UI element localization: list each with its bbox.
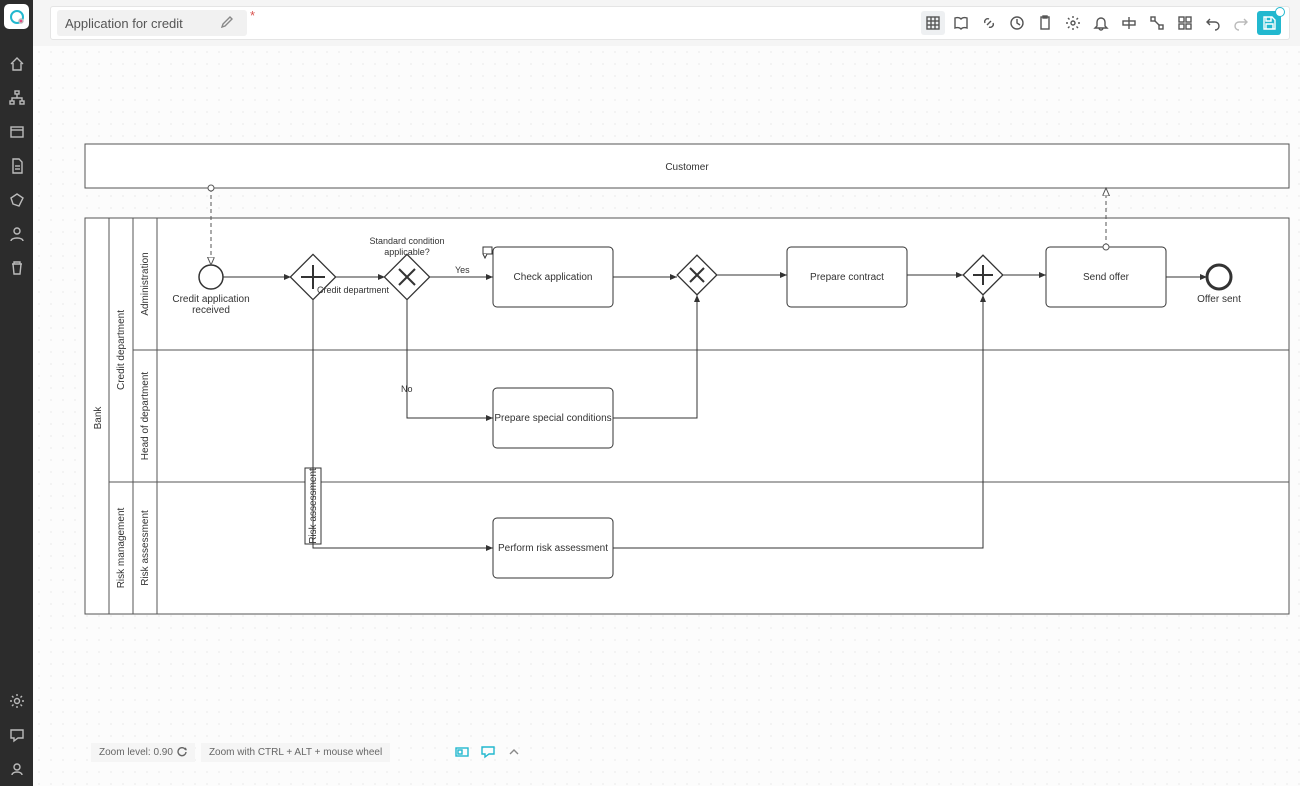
redo-button[interactable] — [1229, 11, 1253, 35]
collapse-panel-icon[interactable] — [504, 742, 524, 762]
task-check-label: Check application — [514, 272, 593, 283]
gateway2-label-1: Standard condition — [369, 236, 444, 246]
distribute-icon[interactable] — [1145, 11, 1169, 35]
minimap-toggle-icon[interactable] — [452, 742, 472, 762]
start-event[interactable] — [199, 265, 223, 289]
task-risk-label: Perform risk assessment — [498, 543, 608, 554]
undo-button[interactable] — [1201, 11, 1225, 35]
title-input[interactable] — [65, 16, 215, 31]
header-bar: * — [50, 6, 1290, 40]
document-icon[interactable] — [8, 157, 26, 175]
task-send-label: Send offer — [1083, 272, 1130, 283]
task-contract-label: Prepare contract — [810, 272, 884, 283]
chat-icon[interactable] — [8, 726, 26, 744]
lane-risk-label: Risk management — [116, 507, 127, 588]
bpmn-diagram[interactable]: Customer Bank Credit department Risk man… — [33, 46, 1300, 786]
trash-icon[interactable] — [8, 259, 26, 277]
tag-icon[interactable] — [8, 191, 26, 209]
pool-customer-label: Customer — [665, 162, 709, 173]
task-special-label: Prepare special conditions — [494, 413, 611, 424]
edge-yes-label: Yes — [455, 265, 470, 275]
grid-toggle-button[interactable] — [921, 11, 945, 35]
align-h-icon[interactable] — [1117, 11, 1141, 35]
zoom-level-chip[interactable]: Zoom level: 0.90 — [91, 743, 195, 762]
bell-icon[interactable] — [1089, 11, 1113, 35]
gear-icon[interactable] — [1061, 11, 1085, 35]
sublane-head-label: Head of department — [140, 372, 151, 461]
user-icon[interactable] — [8, 225, 26, 243]
clipboard-icon[interactable] — [1033, 11, 1057, 35]
save-button[interactable] — [1257, 11, 1281, 35]
zoom-hint: Zoom with CTRL + ALT + mouse wheel — [201, 743, 390, 762]
unsaved-indicator: * — [250, 8, 255, 23]
zoom-level-text: Zoom level: 0.90 — [99, 747, 173, 758]
edge-no-label: No — [401, 384, 413, 394]
sublane-admin-label: Administration — [140, 252, 151, 315]
book-icon[interactable] — [949, 11, 973, 35]
left-sidebar — [0, 0, 33, 786]
gateway2-label-2: applicable? — [384, 247, 430, 257]
profile-icon[interactable] — [8, 760, 26, 778]
link-icon[interactable] — [977, 11, 1001, 35]
diagram-canvas[interactable]: Customer Bank Credit department Risk man… — [33, 46, 1300, 786]
app-logo[interactable] — [4, 4, 29, 29]
end-event[interactable] — [1207, 265, 1231, 289]
lane-credit-label: Credit department — [116, 310, 127, 390]
hierarchy-icon[interactable] — [8, 89, 26, 107]
status-bar: Zoom level: 0.90 Zoom with CTRL + ALT + … — [91, 740, 524, 764]
save-badge — [1275, 7, 1285, 17]
window-icon[interactable] — [8, 123, 26, 141]
start-event-label-2: received — [192, 305, 230, 316]
start-event-label-1: Credit application — [172, 294, 249, 305]
comments-toggle-icon[interactable] — [478, 742, 498, 762]
sublane-riskassess-label: Risk assessment — [140, 510, 151, 586]
home-icon[interactable] — [8, 55, 26, 73]
edit-title-icon[interactable] — [221, 16, 233, 31]
end-event-label: Offer sent — [1197, 294, 1241, 305]
title-editor[interactable]: * — [57, 10, 247, 36]
layout-icon[interactable] — [1173, 11, 1197, 35]
clock-icon[interactable] — [1005, 11, 1029, 35]
settings-icon[interactable] — [8, 692, 26, 710]
zoom-hint-text: Zoom with CTRL + ALT + mouse wheel — [209, 747, 382, 758]
pool-bank-label: Bank — [93, 406, 104, 430]
refresh-icon[interactable] — [177, 747, 187, 757]
gateway1-label: Credit department — [317, 285, 390, 295]
